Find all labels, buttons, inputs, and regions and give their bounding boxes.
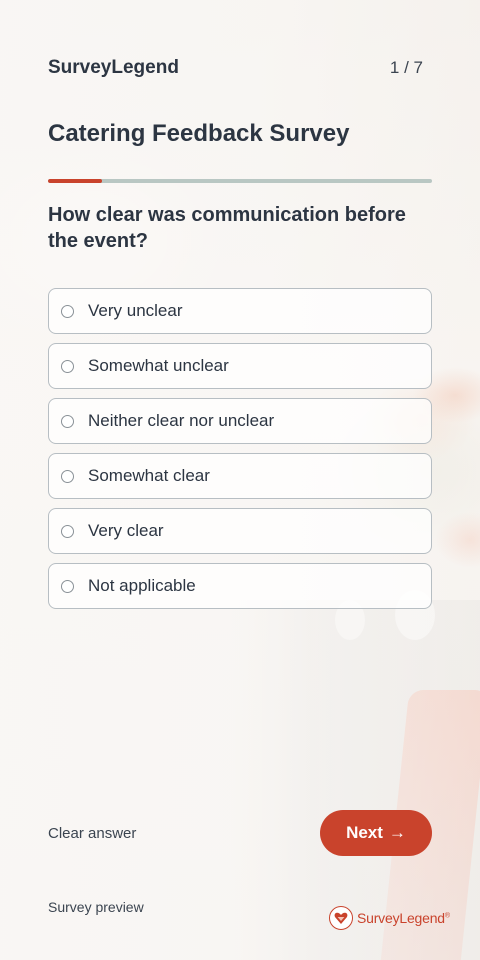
option-not-applicable[interactable]: Not applicable bbox=[48, 563, 432, 609]
option-label: Somewhat unclear bbox=[88, 356, 229, 375]
survey-preview-label: Survey preview bbox=[48, 899, 144, 915]
question-counter: 1 / 7 bbox=[389, 58, 423, 77]
option-label: Not applicable bbox=[88, 576, 196, 595]
radio-icon[interactable] bbox=[61, 304, 74, 318]
option-neither[interactable]: Neither clear nor unclear bbox=[48, 398, 432, 444]
next-button[interactable]: Next → bbox=[320, 810, 432, 856]
heart-shield-icon bbox=[329, 906, 353, 930]
progress-bar bbox=[48, 179, 432, 183]
option-somewhat-clear[interactable]: Somewhat clear bbox=[48, 453, 432, 499]
option-very-unclear[interactable]: Very unclear bbox=[48, 288, 432, 334]
survey-screen: SurveyLegend 1 / 7 Catering Feedback Sur… bbox=[0, 0, 480, 960]
radio-icon[interactable] bbox=[61, 469, 74, 483]
answer-options: Very unclear Somewhat unclear Neither cl… bbox=[48, 288, 432, 618]
brand-name: SurveyLegend bbox=[48, 57, 179, 78]
clear-answer-link[interactable]: Clear answer bbox=[48, 825, 136, 842]
radio-icon[interactable] bbox=[61, 579, 74, 593]
option-label: Very unclear bbox=[88, 301, 183, 320]
option-somewhat-unclear[interactable]: Somewhat unclear bbox=[48, 343, 432, 389]
radio-icon[interactable] bbox=[61, 414, 74, 428]
option-label: Very clear bbox=[88, 521, 164, 540]
arrow-right-icon: → bbox=[388, 823, 406, 842]
option-label: Neither clear nor unclear bbox=[88, 411, 275, 430]
radio-icon[interactable] bbox=[61, 359, 74, 373]
option-label: Somewhat clear bbox=[88, 466, 210, 485]
progress-fill bbox=[48, 179, 102, 183]
next-label: Next bbox=[346, 823, 383, 842]
option-very-clear[interactable]: Very clear bbox=[48, 508, 432, 554]
survey-title: Catering Feedback Survey bbox=[48, 120, 350, 147]
question-text: How clear was communication before the e… bbox=[48, 204, 406, 252]
surveylegend-logo: SurveyLegend® bbox=[329, 906, 450, 930]
radio-icon[interactable] bbox=[61, 524, 74, 538]
logo-text: SurveyLegend® bbox=[357, 910, 450, 926]
